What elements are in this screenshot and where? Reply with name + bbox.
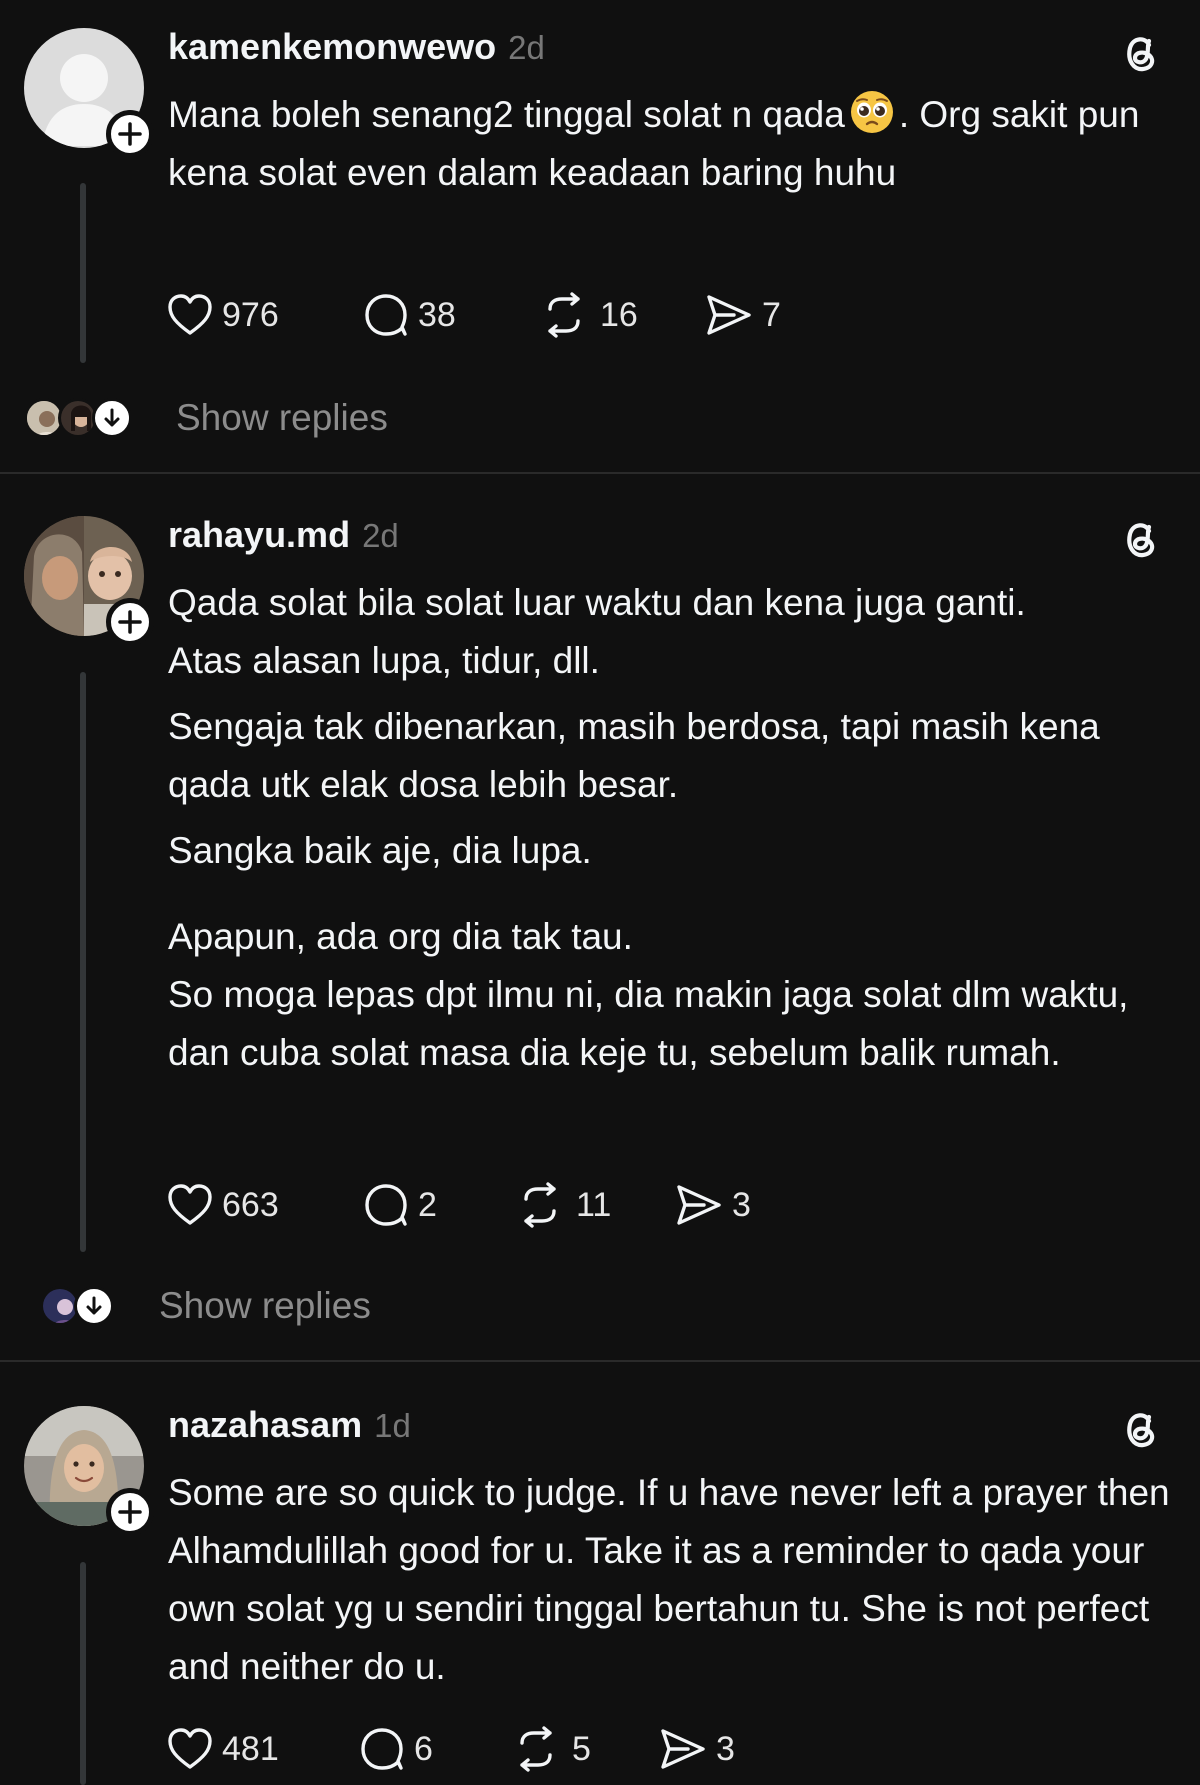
post-paragraph: Sangka baik aje, dia lupa. [168, 830, 592, 871]
post-text: Mana boleh senang2 tinggal solat n qada … [168, 86, 1178, 202]
comment-count: 6 [414, 1729, 433, 1768]
like-button[interactable]: 481 [166, 1726, 358, 1772]
like-button[interactable]: 976 [166, 292, 362, 338]
repost-button[interactable]: 11 [512, 1182, 674, 1228]
comment-button[interactable]: 6 [358, 1726, 508, 1772]
comment-count: 2 [418, 1185, 437, 1224]
share-count: 3 [732, 1185, 751, 1224]
post-text: Qada solat bila solat luar waktu dan ken… [168, 574, 1178, 1082]
comment-button[interactable]: 2 [362, 1182, 512, 1228]
avatar[interactable] [24, 28, 154, 158]
plus-icon [118, 1500, 142, 1524]
plus-icon [118, 610, 142, 634]
reply-avatars [40, 1286, 130, 1326]
post-paragraph: Some are so quick to judge. If u have ne… [168, 1472, 1170, 1687]
action-bar: 663 2 11 3 [166, 1180, 751, 1230]
thread-line [80, 1562, 86, 1785]
comment-button[interactable]: 38 [362, 292, 536, 338]
repost-count: 16 [600, 295, 638, 334]
comment-icon [365, 294, 407, 336]
expand-replies-button[interactable] [92, 398, 132, 438]
share-icon [677, 1185, 721, 1225]
post-text: Some are so quick to judge. If u have ne… [168, 1464, 1178, 1696]
username[interactable]: rahayu.md [168, 514, 350, 556]
action-bar: 481 6 5 3 [166, 1724, 735, 1774]
post-header: kamenkemonwewo 2d [168, 26, 545, 68]
divider [0, 472, 1200, 474]
timestamp: 2d [362, 517, 399, 554]
show-replies-row[interactable]: Show replies [24, 393, 524, 443]
heart-icon [168, 1728, 212, 1769]
share-icon [707, 295, 751, 335]
comment-icon [365, 1184, 407, 1226]
comment-icon [361, 1728, 403, 1770]
follow-plus-button[interactable] [106, 598, 154, 646]
threads-logo-icon[interactable] [1116, 514, 1164, 562]
post-paragraph: Apapun, ada org dia tak tau. So moga lep… [168, 916, 1129, 1073]
repost-button[interactable]: 5 [508, 1726, 658, 1772]
repost-icon [524, 1182, 556, 1228]
share-button[interactable]: 3 [658, 1726, 735, 1772]
thread-line [80, 183, 86, 363]
post-paragraph: Qada solat bila solat luar waktu dan ken… [168, 582, 1026, 681]
threads-logo-icon[interactable] [1116, 1404, 1164, 1452]
username[interactable]: nazahasam [168, 1404, 362, 1446]
thread-line [80, 672, 86, 1252]
timestamp: 2d [508, 29, 545, 66]
follow-plus-button[interactable] [106, 1488, 154, 1536]
post-header: nazahasam 1d [168, 1404, 411, 1446]
comment-count: 38 [418, 295, 456, 334]
like-button[interactable]: 663 [166, 1182, 362, 1228]
action-bar: 976 38 16 7 [166, 290, 781, 340]
threads-logo-icon[interactable] [1116, 28, 1164, 76]
timestamp: 1d [374, 1407, 411, 1444]
share-icon [661, 1729, 705, 1769]
show-replies-row[interactable]: Show replies [40, 1281, 540, 1331]
share-button[interactable]: 7 [704, 292, 781, 338]
post-header: rahayu.md 2d [168, 514, 399, 556]
repost-icon [520, 1726, 552, 1772]
share-button[interactable]: 3 [674, 1182, 751, 1228]
repost-count: 5 [572, 1729, 591, 1768]
pleading-face-emoji [850, 91, 893, 133]
plus-icon [118, 122, 142, 146]
avatar[interactable] [24, 1406, 154, 1536]
heart-icon [168, 1184, 212, 1225]
heart-icon [168, 294, 212, 335]
share-count: 3 [716, 1729, 735, 1768]
reply-avatars [24, 398, 144, 438]
post-paragraph: Sengaja tak dibenarkan, masih berdosa, t… [168, 706, 1100, 805]
repost-count: 11 [576, 1185, 612, 1224]
follow-plus-button[interactable] [106, 110, 154, 158]
arrow-down-icon [86, 1296, 102, 1315]
username[interactable]: kamenkemonwewo [168, 26, 496, 68]
divider [0, 1360, 1200, 1362]
like-count: 976 [222, 295, 279, 334]
like-count: 481 [222, 1729, 279, 1768]
arrow-down-icon [104, 408, 120, 427]
repost-icon [548, 292, 580, 338]
show-replies-link[interactable]: Show replies [159, 1285, 371, 1327]
repost-button[interactable]: 16 [536, 292, 704, 338]
show-replies-link[interactable]: Show replies [176, 397, 388, 439]
share-count: 7 [762, 295, 781, 334]
post-text-part: Mana boleh senang2 tinggal solat n qada [168, 94, 845, 135]
expand-replies-button[interactable] [74, 1286, 114, 1326]
like-count: 663 [222, 1185, 279, 1224]
avatar[interactable] [24, 516, 154, 646]
